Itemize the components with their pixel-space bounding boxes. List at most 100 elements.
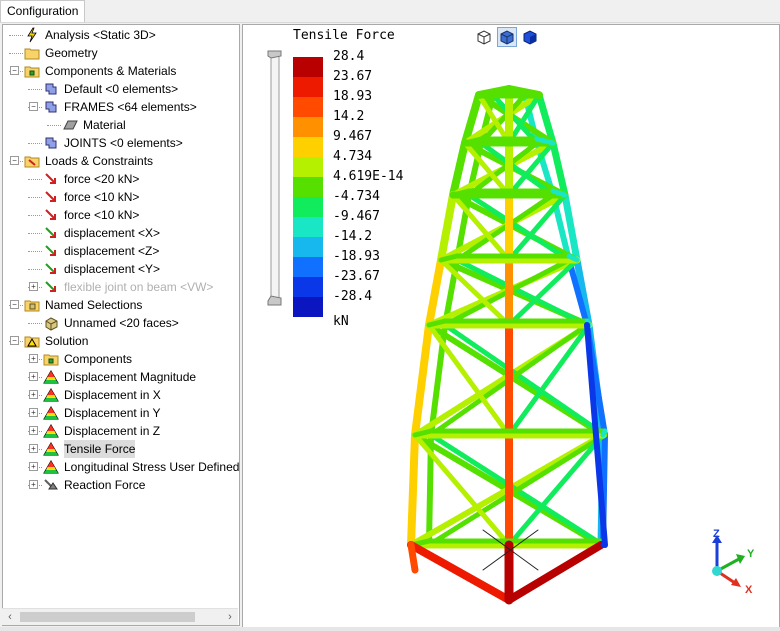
tree-item[interactable]: force <10 kN> xyxy=(3,188,239,206)
tree-item[interactable]: + Components xyxy=(3,350,239,368)
tree-item-label: Components & Materials xyxy=(45,64,177,78)
faces-icon xyxy=(45,317,58,331)
tree-item[interactable]: JOINTS <0 elements> xyxy=(3,134,239,152)
tree-item[interactable]: displacement <X> xyxy=(3,224,239,242)
expand-icon[interactable]: + xyxy=(29,372,38,381)
tree-connector xyxy=(47,125,61,126)
tree-item[interactable]: Material xyxy=(3,116,239,134)
tree-connector xyxy=(28,197,42,198)
scroll-left-icon[interactable]: ‹ xyxy=(2,609,18,625)
tree-item[interactable]: + Displacement in Z xyxy=(3,422,239,440)
truss-member xyxy=(600,428,608,438)
model-tree[interactable]: Analysis <Static 3D> Geometry − Components … xyxy=(2,24,240,626)
tree-item[interactable]: force <10 kN> xyxy=(3,206,239,224)
collapse-icon[interactable]: − xyxy=(10,300,19,309)
tree-item-label: FRAMES <64 elements> xyxy=(64,100,197,114)
scrollbar-thumb[interactable] xyxy=(20,612,195,622)
truss-member xyxy=(407,431,419,549)
expand-icon[interactable]: + xyxy=(29,480,38,489)
tree-item[interactable]: force <20 kN> xyxy=(3,170,239,188)
tree-item[interactable]: − Components & Materials xyxy=(3,62,239,80)
force-icon xyxy=(45,209,56,220)
tree-item[interactable]: + Reaction Force xyxy=(3,476,239,494)
truss-member xyxy=(407,541,513,604)
tree-connector xyxy=(28,233,42,234)
tree-item[interactable]: + Longitudinal Stress User Defined xyxy=(3,458,239,476)
tree-item[interactable]: displacement <Z> xyxy=(3,242,239,260)
reaction-icon xyxy=(44,479,58,490)
truss-member xyxy=(407,541,419,574)
tree-item[interactable]: + Displacement in Y xyxy=(3,404,239,422)
tree-item[interactable]: − Solution xyxy=(3,332,239,350)
z-axis-label: Z xyxy=(713,528,720,540)
tree-item[interactable]: + Displacement Magnitude xyxy=(3,368,239,386)
tree-item-label: Displacement in Y xyxy=(64,406,161,420)
tree-item-label: Displacement Magnitude xyxy=(64,370,197,384)
collapse-icon[interactable]: − xyxy=(29,102,38,111)
truss-member xyxy=(411,321,433,439)
tree-connector xyxy=(28,89,42,90)
tree-connector xyxy=(28,143,42,144)
tree-item-label: displacement <Y> xyxy=(64,262,161,276)
tree-item[interactable]: Analysis <Static 3D> xyxy=(3,26,239,44)
truss-member xyxy=(425,256,445,329)
expand-icon[interactable]: + xyxy=(29,354,38,363)
tree-item[interactable]: − FRAMES <64 elements> xyxy=(3,98,239,116)
tree-horizontal-scrollbar[interactable]: ‹ › xyxy=(2,608,238,625)
expand-icon[interactable]: + xyxy=(29,390,38,399)
tree-item[interactable]: − Named Selections xyxy=(3,296,239,314)
collapse-icon[interactable]: − xyxy=(10,156,19,165)
tab-configuration[interactable]: Configuration xyxy=(0,0,86,22)
folder-icon xyxy=(24,48,40,60)
tree-item-label: Longitudinal Stress User Defined xyxy=(64,460,240,474)
expand-icon[interactable]: + xyxy=(29,408,38,417)
status-bar xyxy=(0,627,780,631)
tree-item-label: displacement <Z> xyxy=(64,244,160,258)
component-icon xyxy=(45,83,57,95)
collapse-icon[interactable]: − xyxy=(10,336,19,345)
tree-item[interactable]: displacement <Y> xyxy=(3,260,239,278)
component-icon xyxy=(45,101,57,113)
tree-item-label: JOINTS <0 elements> xyxy=(64,136,183,150)
tree-item-label: Default <0 elements> xyxy=(64,82,179,96)
tree-item-label: Displacement in Z xyxy=(64,424,161,438)
tower-truss-model[interactable] xyxy=(243,25,779,627)
result-icon xyxy=(43,370,59,384)
tree-connector xyxy=(28,251,42,252)
tree-item[interactable]: + Displacement in X xyxy=(3,386,239,404)
tree-item[interactable]: Default <0 elements> xyxy=(3,80,239,98)
expand-icon[interactable]: + xyxy=(29,282,38,291)
result-icon xyxy=(43,388,59,402)
tree-item-label: flexible joint on beam <VW> xyxy=(64,280,214,294)
truss-member xyxy=(505,541,605,604)
expand-icon[interactable]: + xyxy=(29,426,38,435)
collapse-icon[interactable]: − xyxy=(10,66,19,75)
tree-item-label: Named Selections xyxy=(45,298,143,312)
tree-connector xyxy=(28,179,42,180)
scroll-right-icon[interactable]: › xyxy=(222,609,238,625)
truss-member xyxy=(506,432,606,548)
tree-item-label: Unnamed <20 faces> xyxy=(64,316,179,330)
y-axis-label: Y xyxy=(747,548,755,560)
tree-item[interactable]: + flexible joint on beam <VW> xyxy=(3,278,239,296)
3d-viewport[interactable]: Tensile Force 28.4 23.67 18.93 14.2 9.467 4.7… xyxy=(242,24,780,628)
tree-connector xyxy=(28,215,42,216)
tree-item-label: Material xyxy=(83,118,126,132)
tree-item[interactable]: + Tensile Force xyxy=(3,440,239,458)
components-icon xyxy=(24,66,40,78)
tree-item-label: force <10 kN> xyxy=(64,208,140,222)
component-icon xyxy=(45,137,57,149)
expand-icon[interactable]: + xyxy=(29,462,38,471)
expand-icon[interactable]: + xyxy=(29,444,38,453)
displacement-icon xyxy=(45,227,56,238)
components-icon xyxy=(43,354,59,366)
tree-item[interactable]: Unnamed <20 faces> xyxy=(3,314,239,332)
tree-item-label: force <20 kN> xyxy=(64,172,140,186)
tree-connector xyxy=(28,269,42,270)
tree-item-label: Tensile Force xyxy=(64,440,136,458)
tree-item[interactable]: Geometry xyxy=(3,44,239,62)
result-icon xyxy=(43,460,59,474)
displacement-icon xyxy=(45,245,56,256)
tree-item[interactable]: − Loads & Constraints xyxy=(3,152,239,170)
loads-folder-icon xyxy=(24,156,40,168)
